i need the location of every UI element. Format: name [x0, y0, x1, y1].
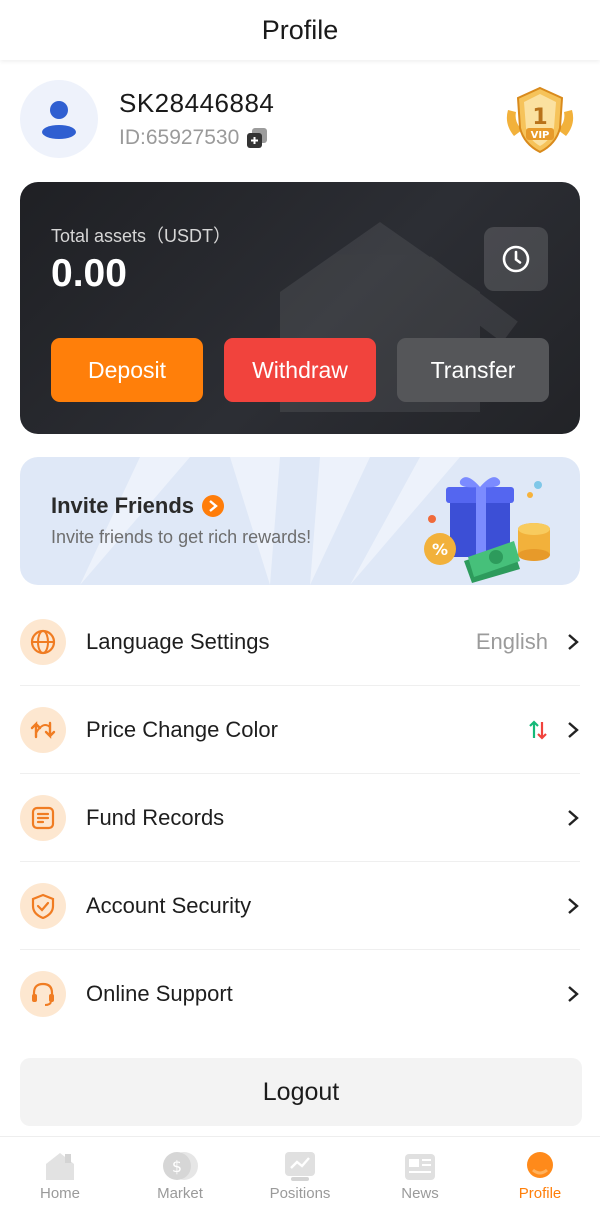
tab-label: Home — [39, 1185, 80, 1202]
svg-text:%: % — [432, 540, 448, 559]
tab-positions[interactable]: Positions — [240, 1137, 360, 1207]
username: SK28446884 — [119, 88, 275, 118]
invite-subtitle: Invite friends to get rich rewards! — [51, 527, 312, 547]
swap-icon — [20, 706, 66, 753]
chevron-right-icon — [202, 495, 225, 517]
menu-label: Language Settings — [86, 628, 270, 654]
positions-icon — [282, 1149, 318, 1183]
home-icon — [42, 1149, 78, 1183]
menu-item-language[interactable]: Language Settings English — [20, 598, 580, 686]
user-info: SK28446884 ID:65927530 1 VIP — [20, 80, 580, 160]
chevron-right-icon — [568, 634, 579, 650]
chevron-right-icon — [568, 898, 579, 914]
svg-text:VIP: VIP — [531, 130, 550, 141]
document-icon — [20, 794, 66, 841]
tab-news[interactable]: News — [360, 1137, 480, 1207]
tab-market[interactable]: $ Market — [120, 1137, 240, 1207]
svg-text:1: 1 — [532, 105, 547, 130]
bottom-tab-bar: Home $ Market Positions News Profile — [0, 1136, 600, 1207]
tab-profile[interactable]: Profile — [480, 1137, 600, 1207]
transfer-button[interactable]: Transfer — [397, 338, 549, 402]
total-assets-label: Total assets（USDT） — [51, 226, 232, 246]
menu-label: Online Support — [86, 981, 233, 1006]
chevron-right-icon — [568, 986, 579, 1002]
tab-label: News — [401, 1185, 439, 1202]
page-title: Profile — [261, 14, 339, 45]
vip-badge[interactable]: 1 VIP — [500, 84, 580, 156]
invite-title: Invite Friends — [51, 493, 225, 519]
tab-label: Positions — [269, 1185, 331, 1202]
top-bar: Profile — [0, 0, 600, 60]
tab-label: Market — [157, 1185, 203, 1202]
deposit-button[interactable]: Deposit — [51, 338, 203, 402]
total-assets-value: 0.00 — [51, 252, 127, 295]
copy-icon[interactable] — [245, 126, 269, 150]
menu-item-price-color[interactable]: Price Change Color — [20, 686, 580, 774]
user-id: ID:65927530 — [119, 126, 240, 149]
language-value: English — [475, 629, 548, 654]
tab-home[interactable]: Home — [0, 1137, 120, 1207]
menu-item-account-security[interactable]: Account Security — [20, 862, 580, 950]
chevron-right-icon — [568, 722, 579, 738]
invite-title-text: Invite Friends — [51, 493, 195, 518]
chevron-right-icon — [568, 810, 579, 826]
logout-button[interactable]: Logout — [20, 1058, 582, 1126]
market-icon: $ — [162, 1149, 198, 1183]
assets-card: Total assets（USDT） 0.00 Deposit Withdraw… — [20, 182, 580, 434]
headset-icon — [20, 971, 66, 1017]
avatar[interactable] — [20, 80, 98, 158]
invite-friends-banner[interactable]: Invite Friends Invite friends to get ric… — [20, 457, 580, 585]
vip-badge-icon: 1 VIP — [506, 86, 574, 154]
menu-item-online-support[interactable]: Online Support — [20, 950, 580, 1038]
menu-label: Account Security — [86, 892, 252, 918]
menu-item-fund-records[interactable]: Fund Records — [20, 774, 580, 862]
withdraw-button[interactable]: Withdraw — [224, 338, 376, 402]
shield-icon — [20, 882, 66, 929]
svg-text:$: $ — [172, 1157, 182, 1176]
news-icon — [402, 1149, 438, 1183]
profile-icon — [522, 1149, 558, 1183]
globe-icon — [20, 618, 66, 665]
clock-icon — [502, 245, 530, 273]
up-down-color-icon — [529, 720, 547, 740]
user-id-row: ID:65927530 — [119, 126, 269, 150]
user-icon — [42, 101, 76, 139]
tab-label: Profile — [518, 1185, 562, 1202]
settings-menu: Language Settings English Price Change C… — [20, 598, 580, 1038]
gift-icon: % — [424, 477, 550, 583]
menu-label: Fund Records — [86, 804, 225, 830]
history-button[interactable] — [484, 227, 548, 291]
menu-label: Price Change Color — [86, 716, 278, 742]
